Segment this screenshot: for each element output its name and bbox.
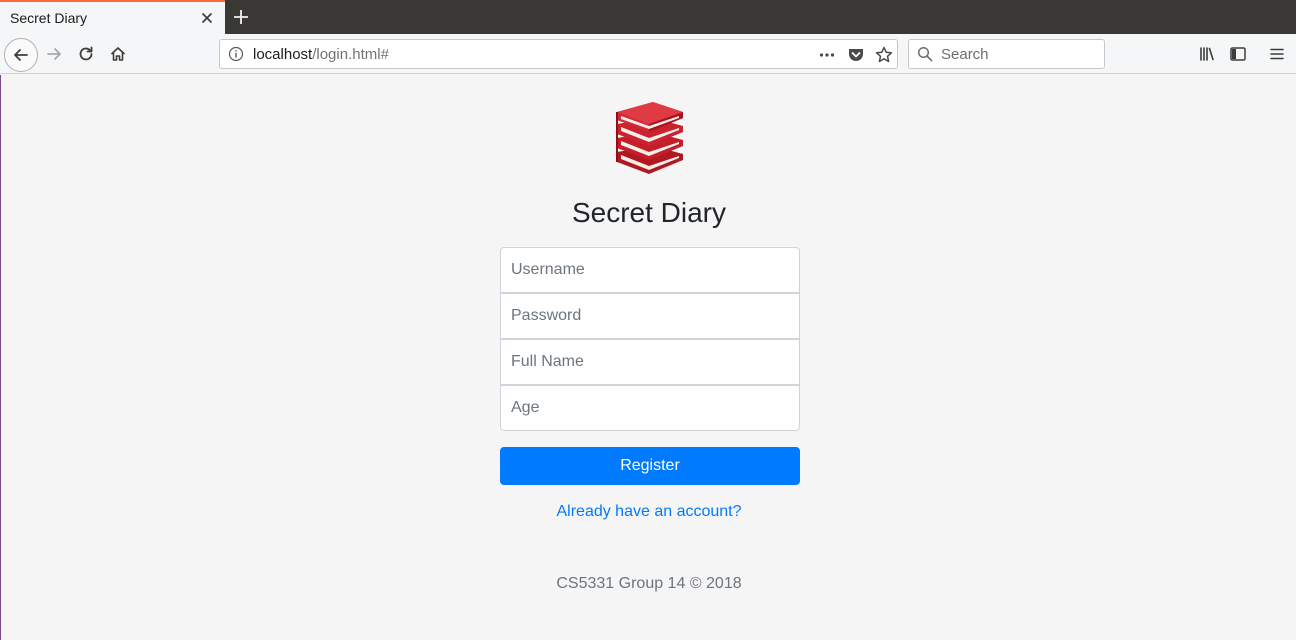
reload-button[interactable] (72, 40, 100, 68)
sidebar-icon (1230, 47, 1246, 61)
plus-icon[interactable] (231, 7, 251, 27)
page-content: Secret Diary Register Already have an ac… (0, 75, 1296, 640)
nav-toolbar: localhost/login.html# (0, 34, 1296, 74)
tab-secret-diary[interactable]: Secret Diary (0, 0, 225, 34)
page-title: Secret Diary (571, 197, 727, 228)
age-field[interactable] (500, 385, 800, 431)
home-icon (110, 47, 126, 61)
forward-button[interactable] (40, 40, 68, 68)
back-arrow-icon (14, 49, 28, 61)
footer-text: CS5331 Group 14 © 2018 (556, 575, 742, 592)
reload-icon (79, 46, 93, 61)
hamburger-menu-icon (1270, 48, 1284, 60)
tab-strip: Secret Diary (0, 0, 1296, 34)
menu-button[interactable] (1263, 40, 1291, 68)
register-button[interactable]: Register (500, 447, 800, 485)
star-icon[interactable] (874, 45, 894, 65)
library-icon (1200, 47, 1214, 61)
search-bar[interactable] (908, 39, 1105, 69)
info-icon[interactable] (228, 46, 244, 62)
login-link[interactable]: Already have an account? (556, 503, 741, 520)
username-field[interactable] (500, 247, 800, 293)
register-form: Register (500, 247, 800, 485)
search-input[interactable] (939, 43, 1099, 65)
sidebar-button[interactable] (1224, 40, 1252, 68)
url-host: localhost (253, 46, 313, 63)
pocket-icon[interactable] (847, 46, 865, 64)
tab-title: Secret Diary (10, 10, 88, 26)
url-path: /login.html# (312, 46, 389, 63)
account-link-container: Already have an account? (1, 503, 1296, 521)
fullname-field[interactable] (500, 339, 800, 385)
back-button[interactable] (4, 38, 38, 72)
password-field[interactable] (500, 293, 800, 339)
book-stack-icon (616, 102, 683, 174)
home-button[interactable] (104, 40, 132, 68)
url-text[interactable]: localhost/login.html# (253, 46, 389, 63)
more-dots-icon[interactable] (818, 46, 836, 64)
library-button[interactable] (1193, 40, 1221, 68)
search-icon (917, 46, 933, 62)
forward-arrow-icon (47, 48, 61, 60)
close-icon[interactable] (199, 10, 215, 26)
url-bar[interactable]: localhost/login.html# (219, 39, 898, 69)
